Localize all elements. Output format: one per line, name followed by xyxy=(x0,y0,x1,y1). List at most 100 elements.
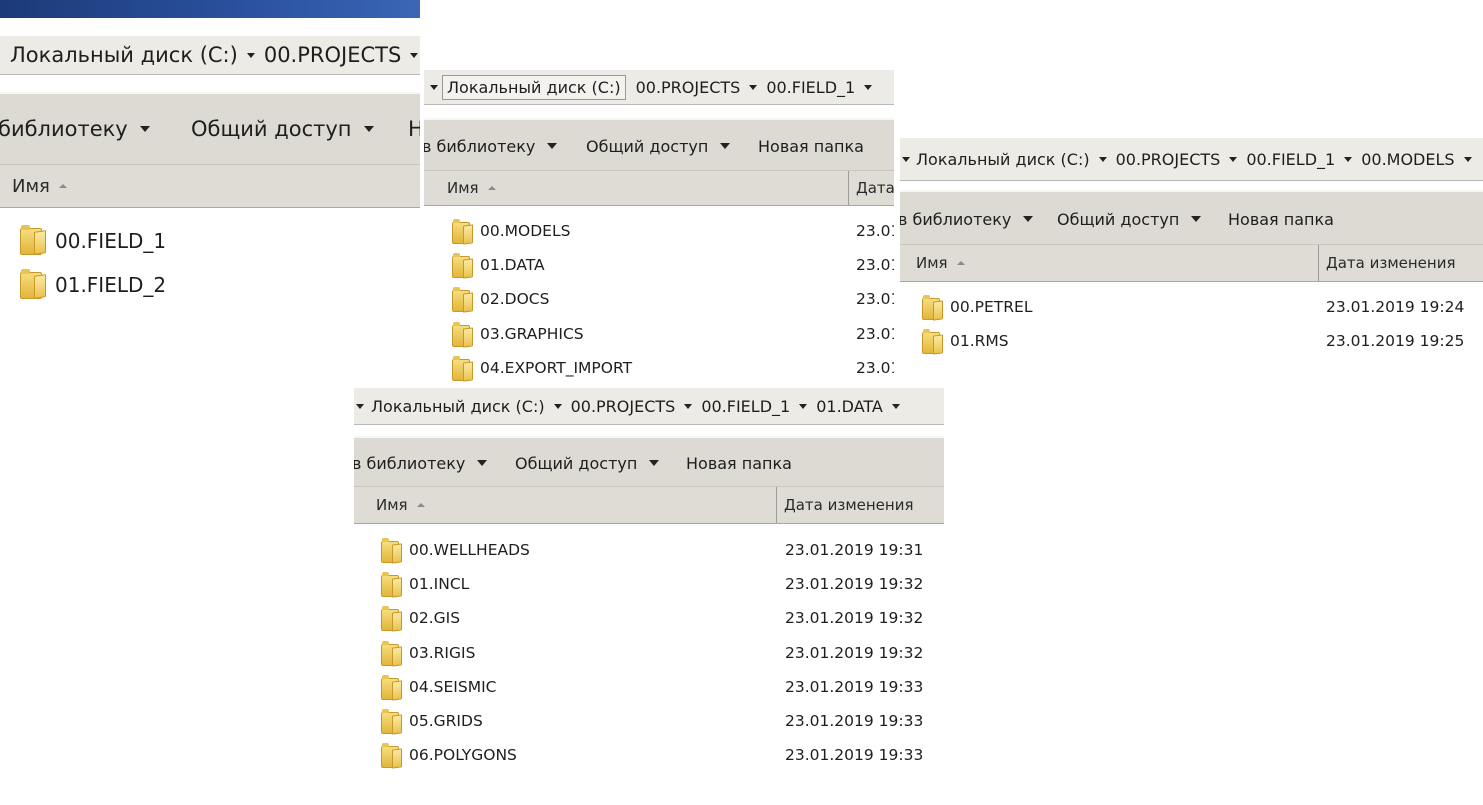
breadcrumb-field-1[interactable]: 00.FIELD_1 xyxy=(701,397,790,416)
chevron-down-icon[interactable] xyxy=(430,84,438,90)
list-item[interactable]: 02.GIS 23.01.2019 19:32 xyxy=(354,603,944,633)
list-item[interactable]: 01.DATA 23.01 xyxy=(424,250,894,280)
chevron-down-icon[interactable] xyxy=(684,403,693,409)
chevron-down-icon[interactable] xyxy=(1344,156,1353,162)
add-to-library-button[interactable]: в библиотеку xyxy=(900,210,1034,229)
breadcrumb-models[interactable]: 00.MODELS xyxy=(1361,150,1454,169)
item-name: 06.POLYGONS xyxy=(409,746,517,764)
breadcrumb-local-disk[interactable]: Локальный диск (C:) xyxy=(916,150,1090,169)
column-name-header[interactable]: Имя xyxy=(916,245,965,281)
list-item[interactable]: 01.RMS 23.01.2019 19:25 xyxy=(900,326,1483,356)
item-name: 05.GRIDS xyxy=(409,712,483,730)
chevron-down-icon[interactable] xyxy=(1098,156,1107,162)
chevron-down-icon[interactable] xyxy=(891,403,900,409)
breadcrumb-projects[interactable]: 00.PROJECTS xyxy=(264,43,401,67)
breadcrumb-local-disk[interactable]: Локальный диск (C:) xyxy=(10,43,238,67)
breadcrumb-local-disk[interactable]: Локальный диск (C:) xyxy=(371,397,545,416)
column-date-header[interactable]: Дата изменения xyxy=(784,487,914,523)
list-item[interactable]: 04.SEISMIC 23.01.2019 19:33 xyxy=(354,672,944,702)
toolbar: в библиотеку Общий доступ Новая папка xyxy=(424,118,894,172)
list-item[interactable]: 04.EXPORT_IMPORT 23.01 xyxy=(424,353,894,383)
share-button[interactable]: Общий доступ xyxy=(191,117,374,141)
folder-icon xyxy=(381,572,402,598)
breadcrumb-field-1[interactable]: 00.FIELD_1 xyxy=(766,78,855,97)
column-divider[interactable] xyxy=(776,487,777,523)
chevron-down-icon xyxy=(139,126,150,132)
chevron-down-icon[interactable] xyxy=(749,84,758,90)
folder-icon xyxy=(381,641,402,667)
column-date-header[interactable]: Дата изменения xyxy=(1326,245,1456,281)
chevron-down-icon xyxy=(477,460,488,466)
breadcrumb-projects[interactable]: 00.PROJECTS xyxy=(571,397,676,416)
item-date: 23.01.2019 19:32 xyxy=(785,609,924,627)
explorer-window-projects: Локальный диск (C:) 00.PROJECTS библиоте… xyxy=(0,0,420,330)
add-to-library-button[interactable]: библиотеку xyxy=(0,117,150,141)
column-divider[interactable] xyxy=(1318,245,1319,281)
new-folder-button[interactable]: Новая папка xyxy=(1228,210,1334,229)
column-header: Имя Дата изменения xyxy=(354,486,944,524)
title-bar xyxy=(0,0,420,18)
column-divider[interactable] xyxy=(848,171,849,205)
add-to-library-button[interactable]: в библиотеку xyxy=(424,137,558,156)
explorer-window-data: Локальный диск (C:) 00.PROJECTS 00.FIELD… xyxy=(354,384,944,784)
chevron-down-icon xyxy=(363,126,374,132)
explorer-window-field-1: Локальный диск (C:) 00.PROJECTS 00.FIELD… xyxy=(424,64,894,386)
chevron-down-icon[interactable] xyxy=(246,52,255,58)
list-item[interactable]: 03.GRAPHICS 23.01 xyxy=(424,319,894,349)
breadcrumb-field-1[interactable]: 00.FIELD_1 xyxy=(1246,150,1335,169)
sort-ascending-icon xyxy=(956,261,965,265)
share-button[interactable]: Общий доступ xyxy=(1057,210,1202,229)
chevron-down-icon[interactable] xyxy=(1463,156,1472,162)
column-header: Имя xyxy=(0,164,420,208)
column-name-header[interactable]: Имя xyxy=(447,171,496,205)
folder-icon xyxy=(452,322,473,348)
chevron-down-icon[interactable] xyxy=(864,84,873,90)
item-date: 23.01 xyxy=(856,290,894,308)
list-item[interactable]: 00.MODELS 23.01 xyxy=(424,216,894,246)
chevron-down-icon xyxy=(1191,216,1202,222)
chevron-down-icon xyxy=(1023,216,1034,222)
sort-ascending-icon xyxy=(487,186,496,190)
address-bar[interactable]: Локальный диск (C:) 00.PROJECTS 00.FIELD… xyxy=(900,138,1483,181)
share-button[interactable]: Общий доступ xyxy=(586,137,731,156)
chevron-down-icon[interactable] xyxy=(629,86,631,88)
list-item[interactable]: 00.WELLHEADS 23.01.2019 19:31 xyxy=(354,535,944,565)
column-name-header[interactable]: Имя xyxy=(12,165,67,207)
column-date-header[interactable]: Дата xyxy=(856,171,894,205)
address-bar[interactable]: Локальный диск (C:) 00.PROJECTS 00.FIELD… xyxy=(354,388,944,425)
list-item[interactable]: 01.FIELD_2 xyxy=(0,266,420,304)
item-date: 23.01 xyxy=(856,222,894,240)
chevron-down-icon[interactable] xyxy=(410,52,419,58)
add-to-library-button[interactable]: в библиотеку xyxy=(354,454,488,473)
chevron-down-icon[interactable] xyxy=(356,403,364,409)
address-bar[interactable]: Локальный диск (C:) 00.PROJECTS 00.FIELD… xyxy=(424,70,894,105)
new-folder-button[interactable]: Новая папка xyxy=(686,454,792,473)
list-item[interactable]: 01.INCL 23.01.2019 19:32 xyxy=(354,569,944,599)
item-name: 00.MODELS xyxy=(480,222,571,240)
new-folder-button[interactable]: Н xyxy=(408,117,420,141)
share-button[interactable]: Общий доступ xyxy=(515,454,660,473)
chevron-down-icon[interactable] xyxy=(553,403,562,409)
sort-ascending-icon xyxy=(416,503,425,507)
column-name-header[interactable]: Имя xyxy=(376,487,425,523)
item-date: 23.01.2019 19:33 xyxy=(785,746,924,764)
item-name: 01.DATA xyxy=(480,256,545,274)
breadcrumb-projects[interactable]: 00.PROJECTS xyxy=(1116,150,1221,169)
chevron-down-icon[interactable] xyxy=(1229,156,1238,162)
new-folder-button[interactable]: Новая папка xyxy=(758,137,864,156)
list-item[interactable]: 00.FIELD_1 xyxy=(0,222,420,260)
list-item[interactable]: 03.RIGIS 23.01.2019 19:32 xyxy=(354,638,944,668)
list-item[interactable]: 00.PETREL 23.01.2019 19:24 xyxy=(900,292,1483,322)
chevron-down-icon[interactable] xyxy=(902,156,910,162)
item-date: 23.01.2019 19:33 xyxy=(785,712,924,730)
breadcrumb-projects[interactable]: 00.PROJECTS xyxy=(636,78,741,97)
list-item[interactable]: 06.POLYGONS 23.01.2019 19:33 xyxy=(354,740,944,770)
breadcrumb-data[interactable]: 01.DATA xyxy=(816,397,883,416)
item-date: 23.01.2019 19:33 xyxy=(785,678,924,696)
chevron-down-icon[interactable] xyxy=(799,403,808,409)
list-item[interactable]: 02.DOCS 23.01 xyxy=(424,284,894,314)
breadcrumb-local-disk[interactable]: Локальный диск (C:) xyxy=(442,74,626,100)
list-item[interactable]: 05.GRIDS 23.01.2019 19:33 xyxy=(354,706,944,736)
address-bar[interactable]: Локальный диск (C:) 00.PROJECTS xyxy=(0,36,420,75)
item-name: 01.FIELD_2 xyxy=(55,273,167,297)
